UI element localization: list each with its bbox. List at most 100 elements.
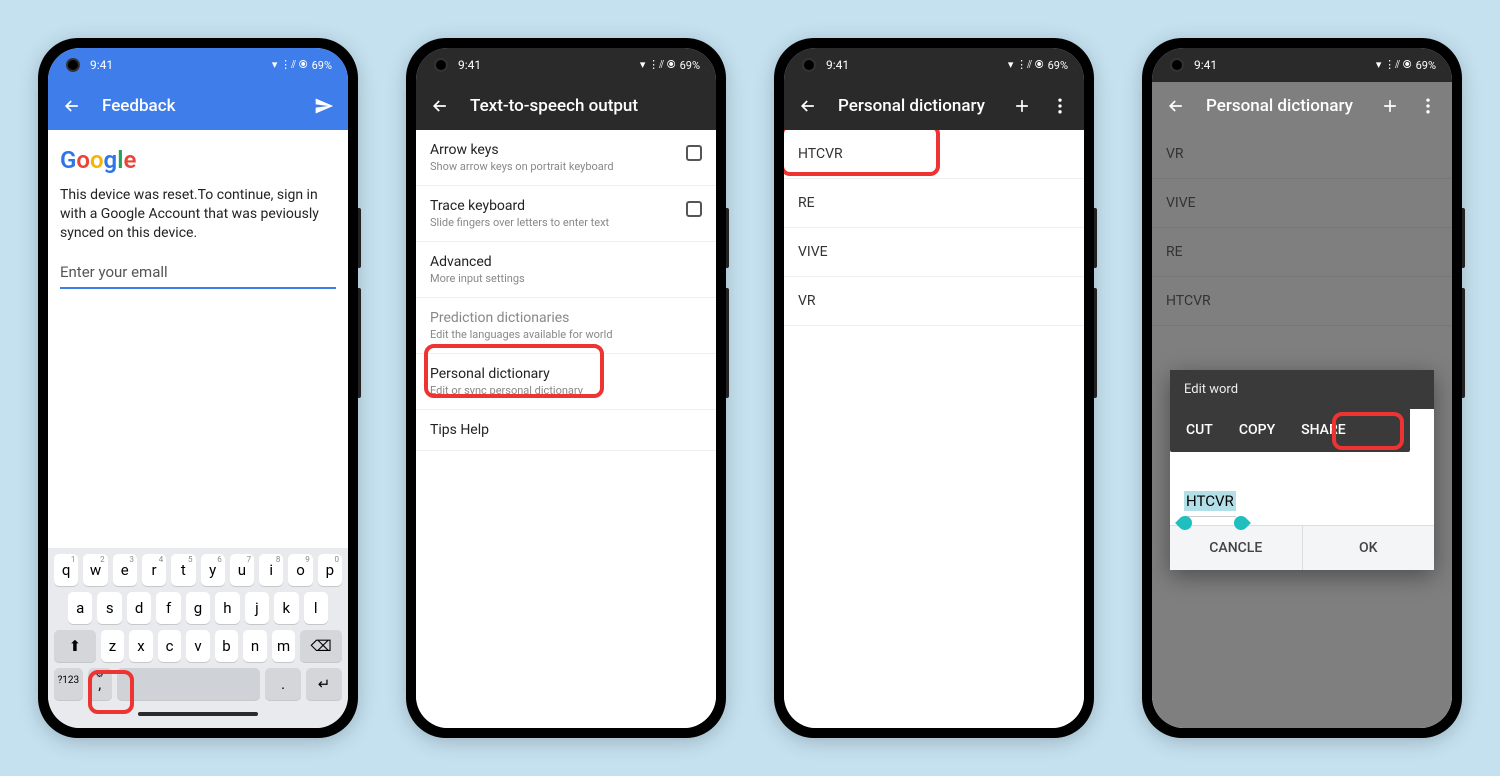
ctx-share[interactable]: SHARE [1301,422,1346,438]
add-icon[interactable] [1380,96,1400,116]
home-indicator[interactable] [138,712,258,716]
symbols-key[interactable]: ?123 [54,668,83,700]
phone-dictionary: 9:41 ▾ ⋮⫽ ⦿ 69% Personal dictionary HTCV… [774,38,1094,738]
context-menu: CUT COPY SHARE [1170,408,1410,452]
key-b[interactable]: b [215,630,239,662]
key-e[interactable]: e3 [113,554,137,586]
keyboard: q1w2e3r4t5y6u7i8o9p0 asdfghjkl ⬆ zxcvbnm… [48,548,348,728]
checkbox[interactable] [686,145,702,161]
phone-tts-settings: 9:41 ▾ ⋮⫽ ⦿ 69% Text-to-speech output Ar… [406,38,726,738]
setting-arrow-keys[interactable]: Arrow keysShow arrow keys on portrait ke… [416,130,716,186]
status-time: 9:41 [1194,58,1217,72]
key-k[interactable]: k [274,592,298,624]
key-r[interactable]: r4 [142,554,166,586]
status-time: 9:41 [90,58,113,72]
key-i[interactable]: i8 [259,554,283,586]
space-key[interactable] [117,668,261,700]
setting-prediction-dictionaries[interactable]: Prediction dictionaries Edit the language… [416,298,716,354]
key-d[interactable]: d [127,592,151,624]
key-o[interactable]: o9 [288,554,312,586]
status-right: ▾ ⋮⫽ ⦿ 69% [640,58,700,72]
setting-advanced[interactable]: AdvancedMore input settings [416,242,716,298]
app-bar: Personal dictionary [784,82,1084,130]
backspace-key[interactable]: ⌫ [300,630,342,662]
settings-comma-key[interactable]: ⚙, [88,668,112,700]
dictionary-list: HTCVRREVIVEVR [784,130,1084,728]
google-logo: Google [48,130,348,182]
dict-word[interactable]: VR [784,277,1084,326]
key-j[interactable]: j [245,592,269,624]
setting-title: Arrow keys [430,142,676,158]
key-u[interactable]: u7 [230,554,254,586]
key-t[interactable]: t5 [171,554,195,586]
back-icon[interactable] [430,96,450,116]
enter-key[interactable]: ↵ [306,668,342,700]
page-title: Feedback [102,96,294,116]
back-icon[interactable] [798,96,818,116]
setting-personal-dictionary[interactable]: Personal dictionary Edit or sync personal… [416,354,716,410]
front-camera [802,58,816,72]
setting-subtitle: Edit or sync personal dictionary [430,384,702,397]
status-right: ▾ ⋮⫽ ⦿ 69% [1376,58,1436,72]
setting-subtitle: Slide fingers over letters to enter text [430,216,676,229]
key-c[interactable]: c [158,630,182,662]
key-m[interactable]: m [272,630,296,662]
add-icon[interactable] [1012,96,1032,116]
selected-text: HTCVR [1184,491,1236,511]
key-f[interactable]: f [156,592,180,624]
dict-word[interactable]: HTCVR [784,130,1084,179]
status-right: ▾ ⋮⫽ ⦿ 69% [1008,58,1068,72]
status-time: 9:41 [458,58,481,72]
setting-subtitle: Edit the languages available for world [430,328,702,341]
kbd-row-2: asdfghjkl [54,592,342,624]
key-n[interactable]: n [243,630,267,662]
page-title: Text-to-speech output [470,96,702,116]
word-input[interactable]: HTCVR [1184,491,1236,517]
front-camera [66,58,80,72]
settings-list: Arrow keysShow arrow keys on portrait ke… [416,130,716,728]
reset-message: This device was reset.To continue, sign … [48,182,348,257]
back-icon[interactable] [1166,96,1186,116]
more-icon[interactable] [1418,96,1438,116]
status-bar: 9:41 ▾ ⋮⫽ ⦿ 69% [784,48,1084,82]
more-icon[interactable] [1050,96,1070,116]
front-camera [1170,58,1184,72]
key-x[interactable]: x [129,630,153,662]
kbd-row-3: ⬆ zxcvbnm ⌫ [54,630,342,662]
phone-feedback: 9:41 ▾ ⋮⫽ ⦿ 69% Feedback Google This dev… [38,38,358,738]
dictionary-list: VRVIVEREHTCVR Edit word HTCVR CANCLE OK … [1152,130,1452,728]
cancel-button[interactable]: CANCLE [1170,526,1302,570]
key-g[interactable]: g [186,592,210,624]
kbd-row-1: q1w2e3r4t5y6u7i8o9p0 [54,554,342,586]
key-p[interactable]: p0 [318,554,342,586]
key-s[interactable]: s [97,592,121,624]
app-bar: Text-to-speech output [416,82,716,130]
dict-word[interactable]: RE [784,179,1084,228]
ok-button[interactable]: OK [1302,526,1435,570]
setting-tips-help[interactable]: Tips Help [416,410,716,451]
key-v[interactable]: v [186,630,210,662]
setting-title: Personal dictionary [430,366,702,382]
key-a[interactable]: a [68,592,92,624]
email-field[interactable]: Enter your emall [60,257,336,289]
checkbox[interactable] [686,201,702,217]
key-q[interactable]: q1 [54,554,78,586]
key-h[interactable]: h [215,592,239,624]
status-bar: 9:41 ▾ ⋮⫽ ⦿ 69% [416,48,716,82]
back-icon[interactable] [62,96,82,116]
setting-trace-keyboard[interactable]: Trace keyboardSlide fingers over letters… [416,186,716,242]
setting-subtitle: More input settings [430,272,702,285]
shift-key[interactable]: ⬆ [54,630,96,662]
kbd-row-3-letters: zxcvbnm [101,630,296,662]
dialog-title: Edit word [1170,370,1434,409]
send-icon[interactable] [314,96,334,116]
dict-word[interactable]: VIVE [784,228,1084,277]
key-w[interactable]: w2 [83,554,107,586]
ctx-cut[interactable]: CUT [1186,422,1213,438]
setting-title: Prediction dictionaries [430,310,702,326]
key-l[interactable]: l [304,592,328,624]
key-z[interactable]: z [101,630,125,662]
period-key[interactable]: . [265,668,301,700]
key-y[interactable]: y6 [201,554,225,586]
ctx-copy[interactable]: COPY [1239,422,1275,438]
